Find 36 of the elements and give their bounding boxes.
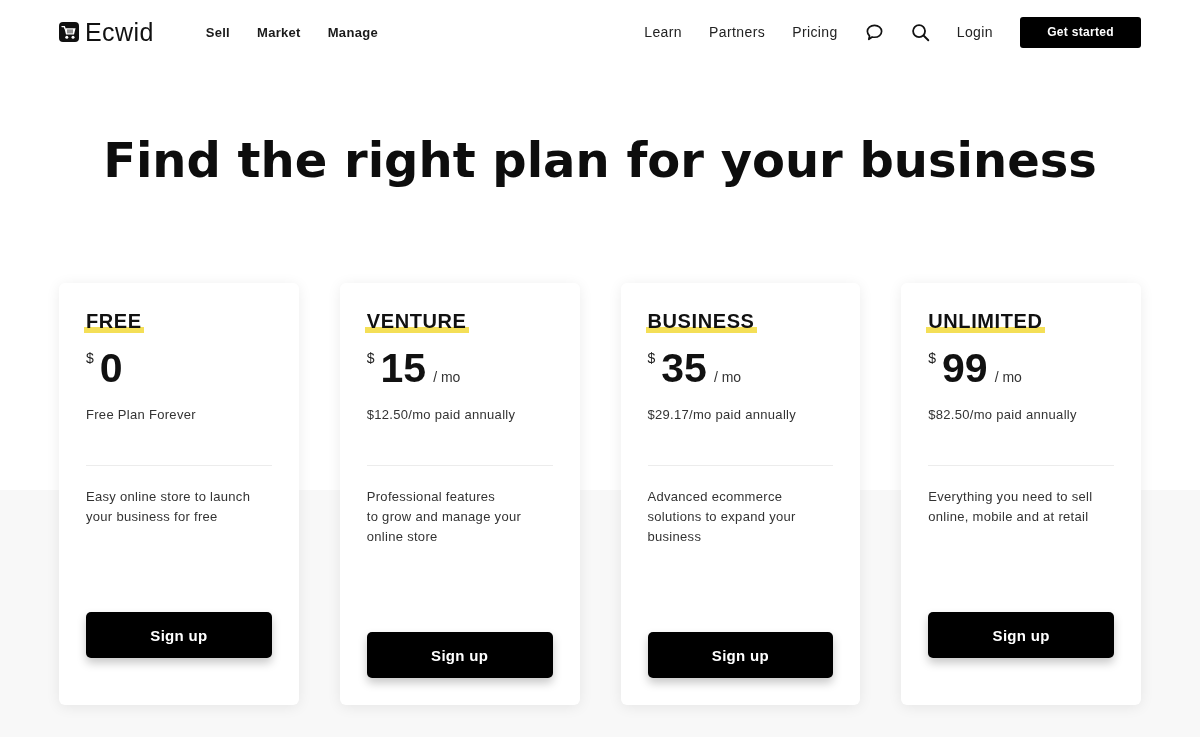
search-icon[interactable] bbox=[910, 22, 930, 42]
sign-up-button[interactable]: Sign up bbox=[86, 612, 272, 658]
nav-link[interactable]: Learn bbox=[644, 24, 682, 40]
price-amount: 15 bbox=[380, 348, 427, 389]
price-amount: 0 bbox=[99, 348, 123, 389]
nav-link[interactable]: Partners bbox=[709, 24, 766, 40]
nav-link[interactable]: Pricing bbox=[792, 24, 838, 40]
price-period: / mo bbox=[433, 369, 461, 385]
currency-symbol: $ bbox=[928, 351, 937, 365]
billing-note: $12.50/mo paid annually bbox=[366, 406, 517, 424]
plan-description: Easy online store to launch your business for free bbox=[86, 488, 252, 526]
currency-symbol: $ bbox=[366, 351, 375, 365]
page-title: Find the right plan for your business bbox=[103, 132, 1097, 189]
sign-up-button[interactable]: Sign up bbox=[647, 632, 834, 678]
nav-link[interactable]: Sell bbox=[205, 24, 230, 40]
plan-description: Professional features to grow and manage your online store bbox=[366, 488, 523, 546]
billing-note: $29.17/mo paid annually bbox=[647, 406, 798, 424]
nav-link[interactable]: Manage bbox=[327, 24, 378, 40]
price-period: / mo bbox=[994, 369, 1022, 385]
currency-symbol: $ bbox=[647, 351, 656, 365]
billing-note: $82.50/mo paid annually bbox=[928, 406, 1078, 424]
price-amount: 99 bbox=[942, 348, 988, 389]
billing-note: Free Plan Forever bbox=[86, 406, 197, 424]
logo-wordmark: Ecwid bbox=[85, 18, 154, 46]
plan-description: Everything you need to sell online, mobile and at retail bbox=[928, 488, 1094, 526]
currency-symbol: $ bbox=[86, 351, 94, 365]
cart-logo-icon bbox=[59, 22, 79, 42]
login-link[interactable]: Login bbox=[956, 24, 993, 40]
nav-link[interactable]: Market bbox=[257, 24, 301, 40]
get-started-button[interactable]: Get started bbox=[1020, 16, 1141, 48]
sign-up-button[interactable]: Sign up bbox=[928, 612, 1114, 658]
plan-description: Advanced ecommerce solutions to expand your business bbox=[647, 488, 797, 546]
price-period: / mo bbox=[713, 369, 742, 385]
price-amount: 35 bbox=[661, 348, 707, 389]
sign-up-button[interactable]: Sign up bbox=[366, 632, 553, 678]
speech-bubble-icon[interactable] bbox=[864, 22, 884, 42]
